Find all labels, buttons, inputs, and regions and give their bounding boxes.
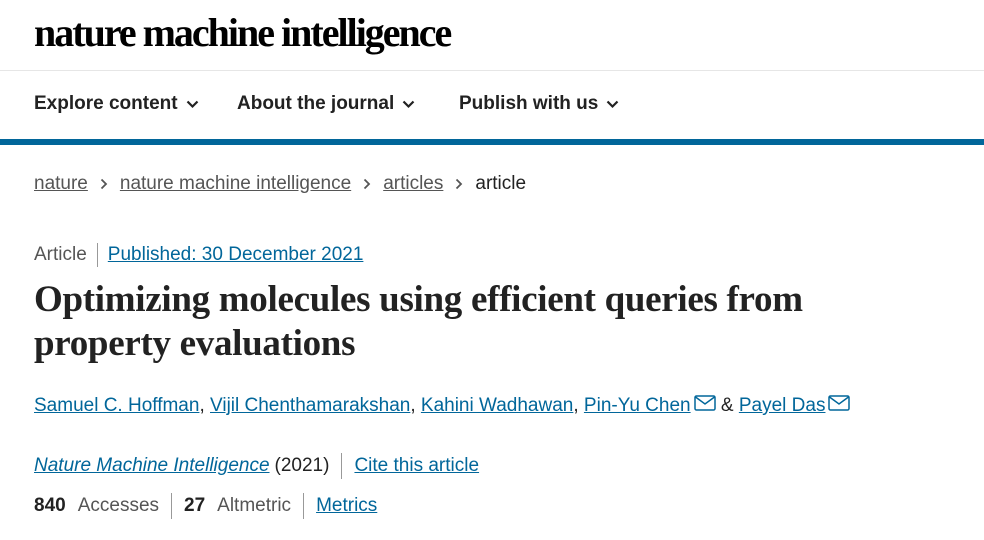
altmetric-group: 27 Altmetric — [184, 493, 305, 519]
mail-icon[interactable] — [828, 395, 851, 417]
author-link[interactable]: Payel Das — [739, 395, 826, 417]
breadcrumb-journal[interactable]: nature machine intelligence — [120, 173, 351, 195]
metrics-link[interactable]: Metrics — [316, 495, 377, 517]
journal-name-link[interactable]: Nature Machine Intelligence — [34, 455, 270, 477]
author-link[interactable]: Vijil Chenthamarakshan — [210, 395, 410, 417]
breadcrumb-nature[interactable]: nature — [34, 173, 88, 195]
chevron-down-icon — [186, 100, 198, 108]
author-link[interactable]: Kahini Wadhawan — [421, 395, 573, 417]
nav-explore-content[interactable]: Explore content — [34, 93, 199, 115]
publication-year: (2021) — [275, 453, 343, 479]
article-title: Optimizing molecules using efficient que… — [34, 279, 803, 364]
chevron-right-icon — [455, 178, 463, 190]
cite-article-link[interactable]: Cite this article — [354, 455, 479, 477]
journal-logo[interactable]: nature machine intelligence — [34, 11, 452, 55]
author-ampersand: & — [720, 395, 734, 416]
nav-publish-with-us-label: Publish with us — [459, 93, 599, 114]
mail-icon[interactable] — [693, 395, 716, 417]
accent-bar — [0, 139, 984, 145]
journal-info: Nature Machine Intelligence (2021) Cite … — [34, 453, 479, 479]
breadcrumb: nature nature machine intelligence artic… — [34, 173, 526, 195]
accesses-label: Accesses — [77, 495, 160, 516]
nav-publish-with-us[interactable]: Publish with us — [459, 93, 619, 115]
accesses-group: 840 Accesses — [34, 493, 173, 519]
accesses-count: 840 — [34, 495, 66, 516]
altmetric-count: 27 — [184, 495, 206, 516]
chevron-down-icon — [607, 100, 619, 108]
article-metrics: 840 Accesses 27 Altmetric Metrics — [34, 493, 377, 519]
article-type: Article — [34, 243, 98, 267]
author-link[interactable]: Pin-Yu Chen — [584, 395, 691, 417]
nav-explore-content-label: Explore content — [34, 93, 178, 114]
nav-about-journal[interactable]: About the journal — [237, 93, 415, 115]
breadcrumb-current: article — [475, 173, 527, 194]
chevron-down-icon — [402, 100, 415, 108]
masthead: nature machine intelligence — [0, 0, 984, 71]
altmetric-label: Altmetric — [217, 495, 292, 516]
main-nav: Explore content About the journal Publis… — [0, 71, 984, 139]
article-meta: Article Published: 30 December 2021 — [34, 243, 363, 267]
nav-about-journal-label: About the journal — [237, 93, 395, 114]
chevron-right-icon — [100, 178, 108, 190]
chevron-right-icon — [363, 178, 371, 190]
published-date-link[interactable]: Published: 30 December 2021 — [108, 244, 364, 266]
author-list: Samuel C. Hoffman, Vijil Chenthamaraksha… — [34, 395, 851, 417]
author-link[interactable]: Samuel C. Hoffman — [34, 395, 199, 417]
breadcrumb-articles[interactable]: articles — [383, 173, 443, 195]
